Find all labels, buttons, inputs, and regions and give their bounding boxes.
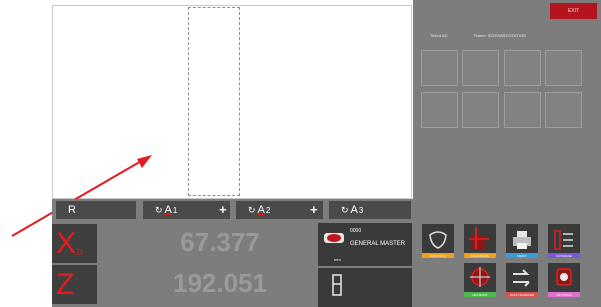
target-icon — [470, 267, 490, 287]
rotate-icon: ↻ — [155, 204, 163, 215]
frame-info: Frame: SCHWARZ/STATION — [474, 33, 526, 38]
lens-icon — [429, 231, 447, 249]
add-a1-icon[interactable]: + — [219, 202, 227, 217]
add-a2-icon[interactable]: + — [310, 202, 318, 217]
x-axis-letter: X — [56, 226, 77, 260]
settings-icon — [556, 268, 572, 286]
network-label: NETWORK — [464, 292, 496, 297]
memory-slot-5[interactable] — [421, 92, 458, 128]
x-value: 67.377 — [180, 227, 260, 257]
x-axis-sub: D — [77, 248, 83, 257]
z-axis-button[interactable]: Z — [52, 265, 97, 304]
edge-icon — [469, 227, 489, 249]
radius-field[interactable]: R — [56, 201, 136, 219]
angle-a1-field[interactable]: ↻ A 1 + — [143, 201, 230, 219]
transfer-icon — [513, 269, 530, 287]
memory-slot-1[interactable] — [421, 50, 458, 86]
functions-label: FUNCTIONS — [464, 253, 496, 258]
function-label: FUNCTION — [422, 253, 454, 258]
program-id: 0000 — [350, 228, 362, 234]
angle-a2-field[interactable]: ↻ A 2 + — [236, 201, 323, 219]
print-label: PRINT — [506, 253, 538, 258]
memory-slot-8[interactable] — [545, 92, 582, 128]
z-value: 192.051 — [173, 268, 267, 298]
list-icon — [554, 230, 573, 250]
x-axis-button[interactable]: X D — [52, 224, 97, 263]
angle-a2-letter: A — [257, 204, 265, 216]
memory-slot-7[interactable] — [504, 92, 541, 128]
unit-label: mm — [334, 257, 341, 262]
memory-slot-4[interactable] — [545, 50, 582, 86]
memory-slot-6[interactable] — [462, 92, 499, 128]
angle-a1-sub: 1 — [172, 205, 178, 215]
printer-icon — [513, 231, 531, 249]
right-panel — [413, 0, 601, 307]
memory-slot-2[interactable] — [462, 50, 499, 86]
radius-label: R — [68, 204, 76, 216]
z-axis-letter: Z — [56, 267, 75, 301]
rotate-icon: ↻ — [248, 204, 256, 215]
info-label: Tinted AG — [430, 33, 448, 38]
exit-button[interactable]: EXIT — [550, 3, 597, 19]
program-name: GENERAL MASTER — [350, 241, 406, 247]
database-label: DATABASE — [548, 253, 580, 258]
lens-holder-icon — [324, 233, 344, 243]
settings-label: SETTINGS — [548, 292, 580, 297]
data-transfer-label: DATA TRANSFER — [506, 292, 538, 297]
angle-a1-letter: A — [164, 204, 172, 216]
angle-a2-sub: 2 — [265, 205, 271, 215]
memory-slot-3[interactable] — [504, 50, 541, 86]
rotate-icon: ↻ — [341, 204, 349, 215]
angle-a3-field[interactable]: ↻ A 3 — [329, 201, 411, 219]
angle-a3-sub: 3 — [358, 205, 364, 215]
clamp-icon — [332, 274, 342, 296]
angle-a3-letter: A — [350, 204, 358, 216]
